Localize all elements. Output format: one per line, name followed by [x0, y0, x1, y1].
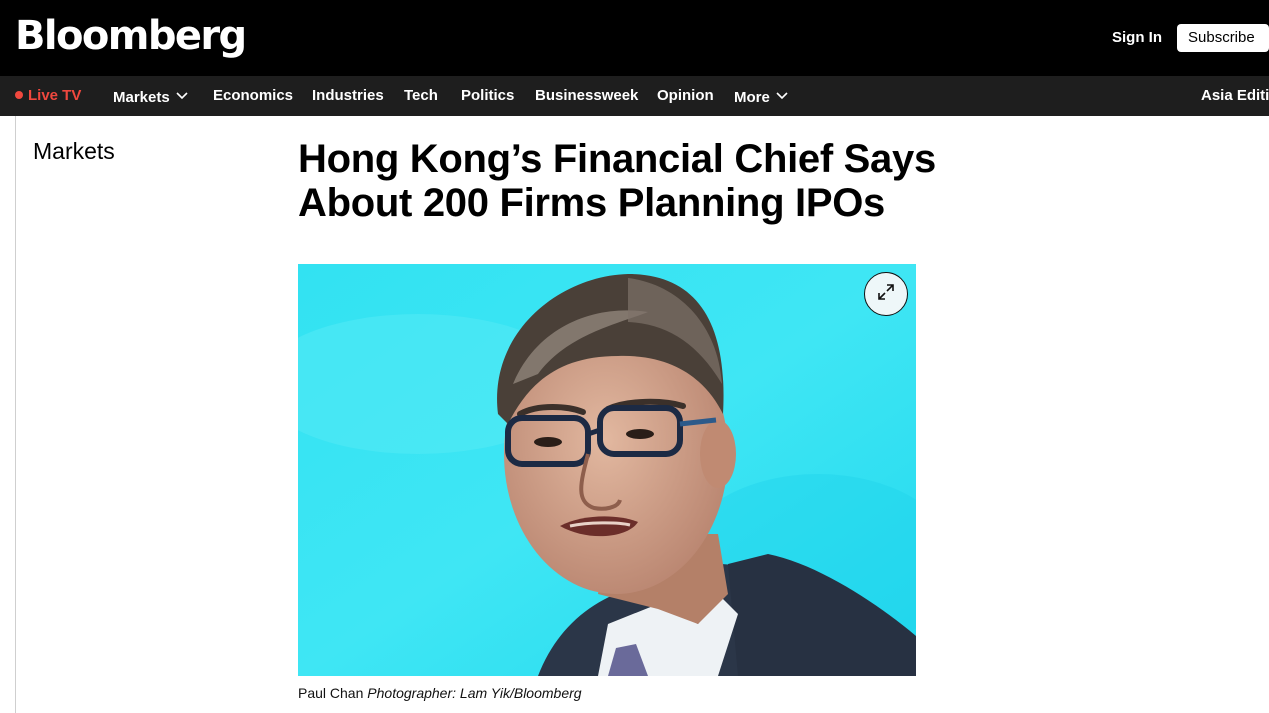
subscribe-button[interactable]: Subscribe	[1177, 24, 1269, 52]
chevron-down-icon	[776, 76, 788, 116]
left-divider	[15, 116, 16, 713]
article-headline: Hong Kong’s Financial Chief Says About 2…	[298, 137, 1018, 225]
live-dot-icon	[15, 91, 23, 99]
section-label[interactable]: Markets	[33, 137, 115, 165]
headline-line-1: Hong Kong’s Financial Chief Says	[298, 137, 936, 181]
nav-politics[interactable]: Politics	[461, 76, 514, 116]
photo-caption: Paul Chan Photographer: Lam Yik/Bloomber…	[298, 684, 582, 702]
headline-line-2: About 200 Firms Planning IPOs	[298, 181, 885, 225]
caption-name: Paul Chan	[298, 685, 364, 701]
expand-icon	[877, 283, 895, 306]
expand-photo-button[interactable]	[864, 272, 908, 316]
nav-opinion[interactable]: Opinion	[657, 76, 714, 116]
nav-tech[interactable]: Tech	[404, 76, 438, 116]
nav-industries[interactable]: Industries	[312, 76, 384, 116]
edition-selector[interactable]: Asia Edition	[1201, 76, 1269, 116]
sign-in-link[interactable]: Sign In	[1112, 28, 1162, 48]
nav-live-tv[interactable]: Live TV	[15, 76, 81, 116]
portrait-illustration	[298, 264, 916, 676]
nav-live-tv-label: Live TV	[28, 87, 82, 104]
bloomberg-logo[interactable]: Bloomberg	[15, 8, 247, 64]
top-header: Bloomberg Sign In Subscribe	[0, 0, 1269, 76]
caption-credit: Photographer: Lam Yik/Bloomberg	[367, 685, 582, 701]
nav-economics[interactable]: Economics	[213, 76, 293, 116]
nav-markets-label: Markets	[113, 89, 170, 106]
nav-more-label: More	[734, 89, 770, 106]
main-nav: Live TV Markets Economics Industries Tec…	[0, 76, 1269, 116]
nav-businessweek[interactable]: Businessweek	[535, 76, 638, 116]
chevron-down-icon	[176, 76, 188, 116]
nav-markets[interactable]: Markets	[113, 76, 188, 116]
nav-more[interactable]: More	[734, 76, 788, 116]
lead-photo[interactable]	[298, 264, 916, 676]
